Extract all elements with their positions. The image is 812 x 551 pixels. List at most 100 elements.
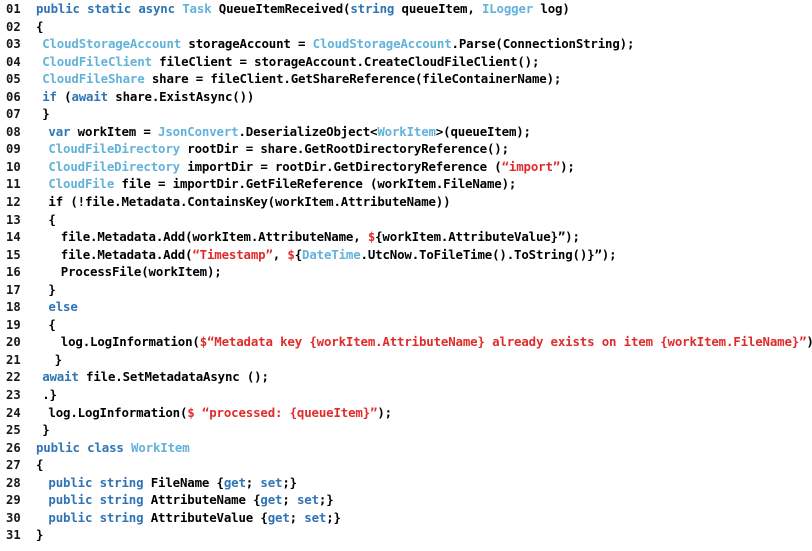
code-line-content: public string AttributeValue {get; set;} — [36, 509, 341, 527]
line-number: 10 — [6, 159, 21, 174]
code-line[interactable]: 13 { — [0, 211, 812, 229]
code-token-pl: ); — [560, 158, 575, 174]
code-token-pl: } — [54, 351, 62, 367]
code-token-type: CloudFileDirectory — [48, 158, 180, 174]
code-token-pl: log) — [533, 1, 570, 16]
code-line-content: public static async Task QueueItemReceiv… — [36, 0, 570, 18]
code-line[interactable]: 09 CloudFileDirectory rootDir = share.Get… — [0, 140, 812, 158]
code-line[interactable]: 01 public static async Task QueueItemRece… — [0, 0, 812, 18]
code-line[interactable]: 17} — [0, 281, 812, 299]
code-token-pl: share.ExistAsync()) — [108, 88, 255, 104]
line-number: 11 — [6, 177, 21, 192]
code-line-content: ProcessFile(workItem); — [36, 263, 222, 281]
code-line-content: log.LogInformation($“Metadata key {workI… — [36, 333, 812, 351]
line-number: 26 — [6, 440, 21, 455]
code-line[interactable]: 10 CloudFileDirectory importDir = rootDir… — [0, 158, 812, 176]
code-token-type: Task — [182, 1, 212, 16]
code-line[interactable]: 30 public string AttributeValue {get; set… — [0, 509, 812, 527]
line-number: 24 — [6, 405, 21, 420]
line-number: 23 — [6, 388, 21, 403]
code-line[interactable]: 27 { — [0, 456, 812, 474]
line-number: 30 — [6, 510, 21, 525]
code-line-content: await file.SetMetadataAsync (); — [36, 368, 269, 386]
code-token-kw: else — [48, 299, 78, 315]
line-number: 16 — [6, 265, 21, 280]
code-token-pl: ;} — [318, 492, 334, 508]
code-token-kw: string — [99, 509, 144, 525]
code-token-type: CloudFileShare — [42, 71, 145, 87]
code-line[interactable]: 26 public class WorkItem — [0, 439, 812, 457]
code-token-pl: .} — [42, 387, 57, 403]
line-number: 13 — [6, 212, 21, 227]
code-line[interactable]: 18 else — [0, 298, 812, 316]
line-number: 18 — [6, 300, 21, 315]
code-line-content: } — [36, 526, 43, 544]
code-token-kw: set — [260, 474, 283, 490]
line-number: 12 — [6, 195, 21, 210]
code-line[interactable]: 11 CloudFile file = importDir.GetFileRefe… — [0, 175, 812, 193]
code-line[interactable]: 28 public string FileName {get; set;} — [0, 474, 812, 492]
code-line-content: CloudFile file = importDir.GetFileRefere… — [36, 175, 516, 193]
code-token-pl: { — [36, 18, 44, 34]
code-line[interactable]: 25} — [0, 421, 812, 439]
line-number: 06 — [6, 89, 21, 104]
line-number: 04 — [6, 54, 21, 69]
code-token-pl: storageAccount = — [181, 36, 313, 52]
code-token-kw: if — [42, 88, 57, 104]
code-line[interactable]: 12 if (!file.Metadata.ContainsKey(workIte… — [0, 193, 812, 211]
code-line-content: file.Metadata.Add(“Timestamp”, ${DateTim… — [36, 246, 617, 264]
code-line[interactable]: 19 { — [0, 316, 812, 334]
code-line-content: public string AttributeName {get; set;} — [36, 491, 334, 509]
code-token-str: $ — [187, 404, 195, 420]
code-line[interactable]: 29 public string AttributeName {get; set;… — [0, 491, 812, 509]
code-line-content: CloudFileShare share = fileClient.GetSha… — [36, 70, 561, 88]
code-line-content: } — [36, 105, 50, 123]
code-token-pl: { — [48, 316, 56, 332]
code-token-pl: log.LogInformation( — [60, 334, 200, 350]
code-line-content: if (await share.ExistAsync()) — [36, 88, 254, 106]
code-line[interactable]: 21} — [0, 351, 812, 369]
code-token-kw: string — [99, 474, 144, 490]
code-token-pl: ( — [56, 88, 72, 104]
code-line[interactable]: 24 log.LogInformation($ “processed: {queu… — [0, 404, 812, 422]
code-token-kw: await — [42, 369, 79, 385]
code-token-kw: public — [36, 1, 80, 16]
code-token-pl: ); — [377, 404, 392, 420]
code-token-kw: public — [48, 474, 93, 490]
code-line[interactable]: 14 file.Metadata.Add(workItem.AttributeNa… — [0, 228, 812, 246]
code-line[interactable]: 16 ProcessFile(workItem); — [0, 263, 812, 281]
code-token-pl: file.SetMetadataAsync (); — [78, 369, 269, 385]
code-token-pl: } — [48, 281, 56, 297]
code-token-pl: } — [42, 422, 50, 438]
code-token-type: WorkItem — [377, 123, 436, 139]
code-line[interactable]: 08 var workItem = JsonConvert.Deserialize… — [0, 123, 812, 141]
code-line-content: } — [36, 421, 50, 439]
code-token-pl: if (!file.Metadata.ContainsKey(workItem.… — [48, 194, 451, 210]
code-token-str: $ — [199, 334, 207, 350]
code-line[interactable]: 31} — [0, 526, 812, 544]
code-line[interactable]: 04 CloudFileClient fileClient = storageAc… — [0, 53, 812, 71]
line-number: 07 — [6, 107, 21, 122]
code-token-pl: AttributeValue { — [143, 509, 268, 525]
code-line[interactable]: 22 await file.SetMetadataAsync (); — [0, 368, 812, 386]
code-line[interactable]: 23.} — [0, 386, 812, 404]
code-line[interactable]: 03 CloudStorageAccount storageAccount = C… — [0, 35, 812, 53]
code-line[interactable]: 06 if (await share.ExistAsync()) — [0, 88, 812, 106]
code-line-content: public class WorkItem — [36, 439, 190, 457]
code-line-content: { — [36, 211, 55, 229]
code-token-pl: .UtcNow.ToFileTime().ToString()}”); — [360, 246, 617, 262]
code-line-content: { — [36, 456, 43, 474]
code-token-pl: importDir = rootDir.GetDirectoryReferenc… — [179, 158, 502, 174]
line-number: 05 — [6, 72, 21, 87]
code-line[interactable]: 02 { — [0, 18, 812, 36]
code-token-pl: } — [36, 527, 44, 543]
code-line[interactable]: 15 file.Metadata.Add(“Timestamp”, ${DateT… — [0, 246, 812, 264]
code-line[interactable]: 07} — [0, 105, 812, 123]
code-listing[interactable]: 01 public static async Task QueueItemRece… — [0, 0, 812, 551]
code-line[interactable]: 20 log.LogInformation($“Metadata key {wor… — [0, 333, 812, 351]
code-token-type: JsonConvert — [158, 123, 239, 139]
code-line[interactable]: 05 CloudFileShare share = fileClient.GetS… — [0, 70, 812, 88]
code-token-pl: ProcessFile(workItem); — [60, 264, 222, 280]
code-token-pl: } — [42, 106, 50, 122]
